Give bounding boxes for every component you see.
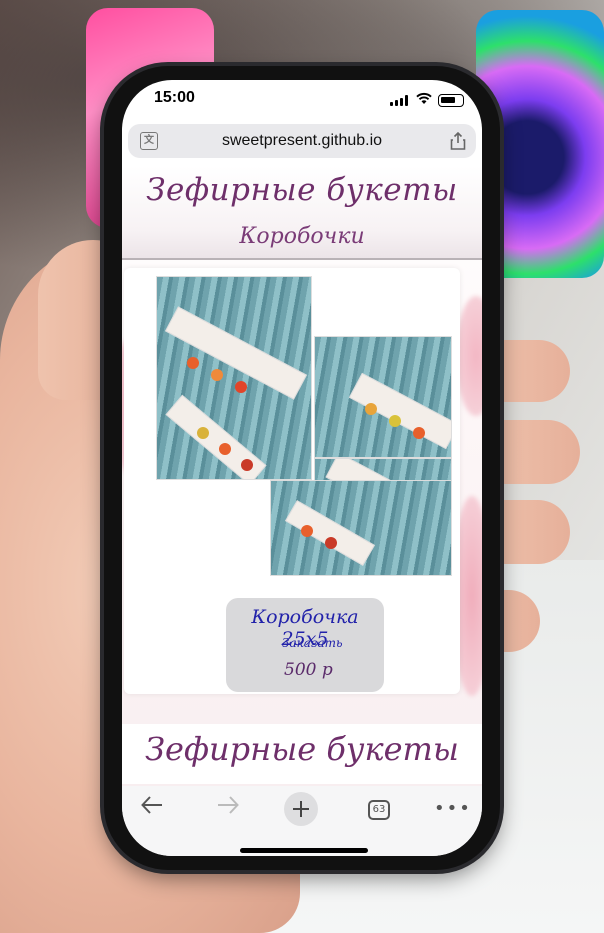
home-indicator[interactable] — [240, 848, 368, 853]
product-photo[interactable] — [270, 480, 452, 576]
phone-screen: 15:00 文 sweetpresent.github.io Зефирные … — [122, 80, 482, 856]
order-link[interactable]: Заказать — [282, 636, 343, 650]
sweet-shape — [365, 403, 377, 415]
back-icon[interactable] — [140, 794, 164, 822]
footer-title: Зефирные букеты — [122, 724, 482, 784]
forward-icon[interactable] — [216, 794, 240, 822]
sweet-shape — [197, 427, 209, 439]
product-photo[interactable] — [156, 276, 312, 480]
url-text[interactable]: sweetpresent.github.io — [128, 132, 476, 150]
wifi-icon — [416, 92, 432, 109]
sweet-shape — [389, 415, 401, 427]
sweet-shape — [413, 427, 425, 439]
new-tab-button[interactable] — [284, 792, 318, 826]
address-bar[interactable]: 文 sweetpresent.github.io — [128, 124, 476, 158]
sweet-shape — [241, 459, 253, 471]
section-title: Коробочки — [239, 224, 365, 249]
web-page: Зефирные букеты Коробочки Коробочка 25x5… — [122, 166, 482, 806]
status-time: 15:00 — [154, 89, 195, 106]
battery-icon — [438, 94, 464, 107]
sweet-shape — [211, 369, 223, 381]
tab-count-button[interactable]: 63 — [368, 800, 390, 820]
sweet-shape — [325, 537, 337, 549]
status-bar: 15:00 — [122, 80, 482, 120]
share-icon[interactable] — [450, 131, 466, 150]
sweet-shape — [219, 443, 231, 455]
sweet-shape — [301, 525, 313, 537]
header-divider — [122, 258, 482, 260]
product-card: Коробочка 25x5 Заказать 500 р — [124, 268, 460, 694]
signal-icon — [390, 95, 408, 106]
sweet-shape — [187, 357, 199, 369]
product-photo[interactable] — [314, 336, 452, 458]
price-box: Коробочка 25x5 Заказать 500 р — [226, 598, 384, 692]
browser-toolbar: 63 ••• — [122, 786, 482, 856]
box-shape — [348, 372, 451, 450]
product-price: 500 р — [284, 660, 333, 680]
site-title: Зефирные букеты — [146, 172, 458, 208]
more-icon[interactable]: ••• — [434, 798, 472, 819]
sweet-shape — [235, 381, 247, 393]
page-header: Зефирные букеты Коробочки — [122, 166, 482, 258]
box-shape — [285, 500, 375, 566]
